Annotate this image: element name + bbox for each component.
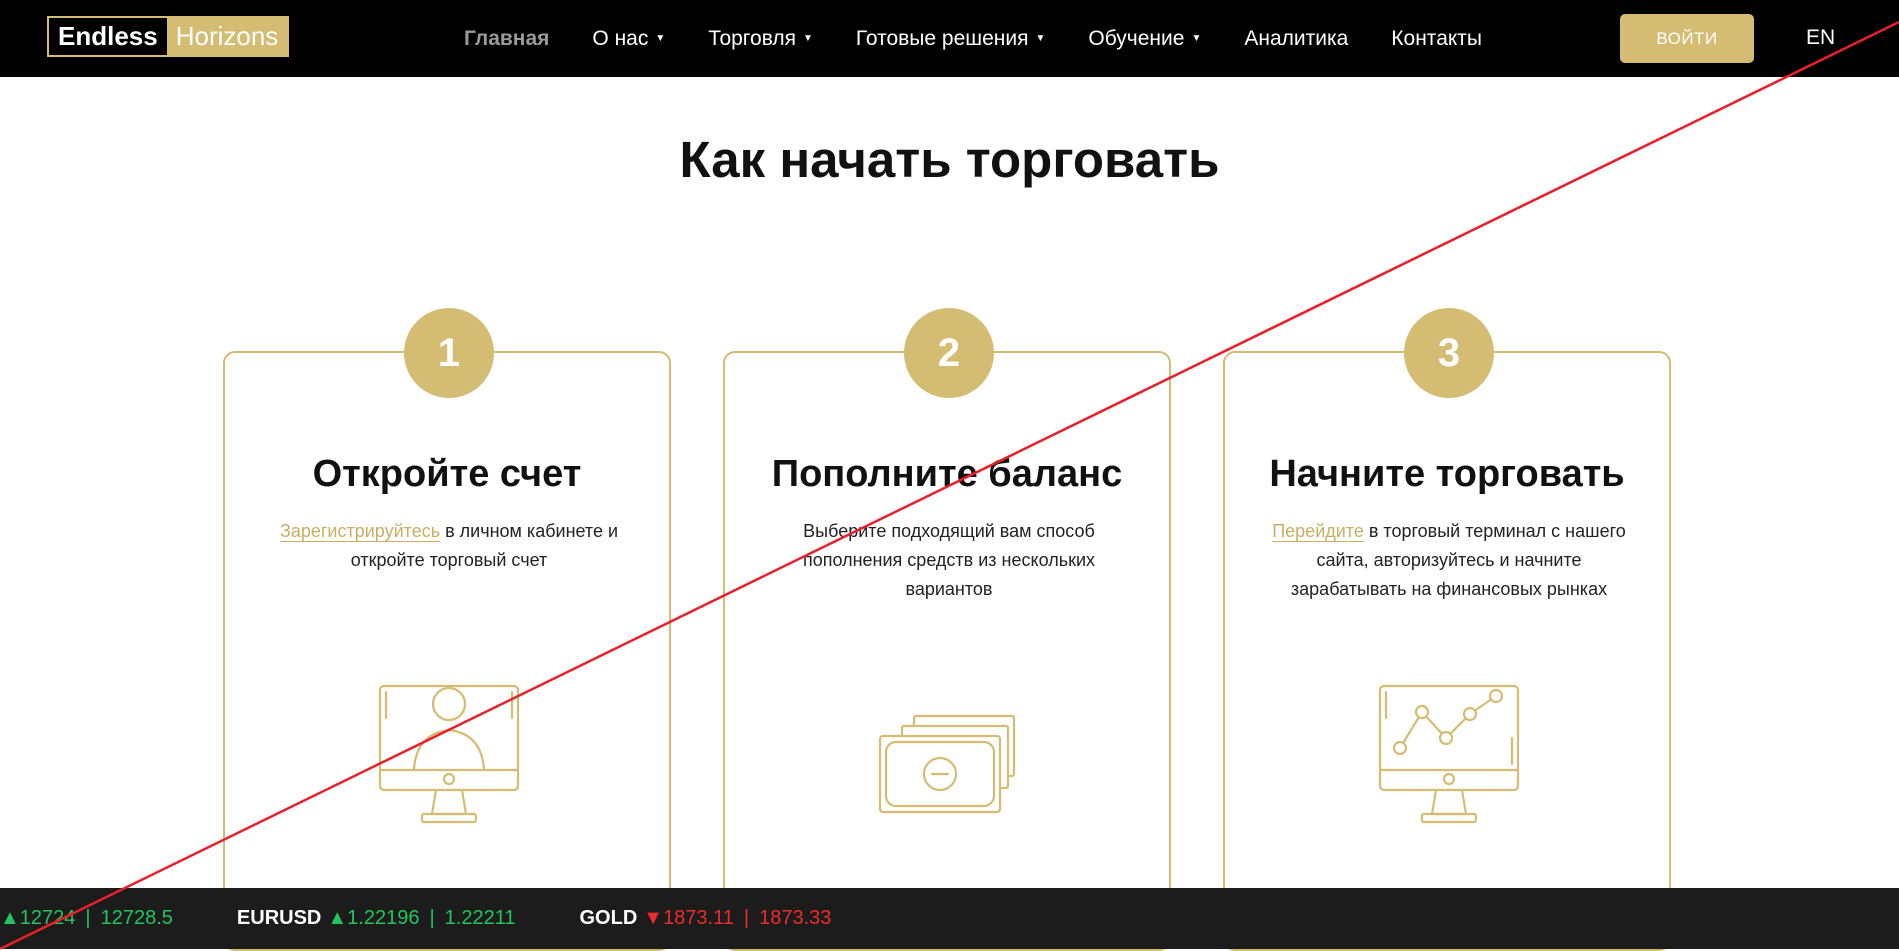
ticker-item: ▲ 12724 | 12728.5: [0, 907, 173, 930]
nav-item-trading[interactable]: Торговля ▼: [708, 27, 813, 51]
nav-item-label: Обучение: [1088, 26, 1185, 50]
ticker-bid: 1.22196: [347, 907, 420, 929]
price-ticker: ▲ 12724 | 12728.5 EURUSD ▲ 1.22196 | 1.2…: [0, 888, 1899, 949]
logo[interactable]: Endless Horizons: [47, 16, 290, 57]
ticker-ask: 12728.5: [100, 907, 173, 929]
caret-down-icon: ▼: [655, 33, 666, 44]
step-description: Выберите подходящий вам способ пополнени…: [802, 521, 1096, 599]
nav-item-label: Торговля: [708, 26, 796, 50]
caret-down-icon: ▼: [1035, 33, 1046, 44]
ticker-ask: 1.22211: [444, 907, 516, 929]
register-link[interactable]: Зарегистрируйтесь: [279, 521, 441, 542]
logo-text-left: Endless: [49, 18, 167, 55]
ticker-item: GOLD ▼ 1873.11 | 1873.33: [579, 907, 831, 930]
monitor-chart-icon: [1378, 684, 1520, 824]
ticker-separator: |: [85, 907, 91, 929]
ticker-ask: 1873.33: [759, 907, 832, 929]
nav-item-contacts[interactable]: Контакты: [1391, 27, 1482, 51]
nav-item-analytics[interactable]: Аналитика: [1244, 27, 1348, 51]
step-card-3: 3 Начните торговать Перейдите в торговый…: [1223, 308, 1671, 951]
step-title: Начните торговать: [1269, 453, 1625, 495]
triangle-up-icon: ▲: [0, 907, 20, 929]
step-title: Откройте счет: [312, 453, 582, 495]
nav-item-label: Главная: [464, 26, 550, 50]
logo-text-right: Horizons: [166, 18, 288, 55]
nav-item-label: Готовые решения: [855, 26, 1029, 50]
site-header: Endless Horizons Главная О нас ▼ Торговл…: [0, 0, 1899, 77]
ticker-symbol: GOLD: [579, 907, 638, 929]
ticker-separator: |: [743, 907, 750, 929]
step-card-1: 1 Откройте счет Зарегистрируйтесь в личн…: [223, 308, 671, 951]
nav-item-education[interactable]: Обучение ▼: [1088, 27, 1201, 51]
terminal-link[interactable]: Перейдите: [1272, 521, 1364, 542]
caret-down-icon: ▼: [803, 33, 813, 44]
nav-item-label: О нас: [592, 26, 649, 50]
ticker-separator: |: [429, 907, 435, 929]
triangle-up-icon: ▲: [327, 907, 348, 929]
step-number-badge: 3: [1404, 308, 1494, 398]
step-title: Пополните баланс: [771, 453, 1123, 495]
banknotes-icon: [878, 714, 1016, 814]
nav-item-label: Контакты: [1391, 26, 1483, 50]
page-title: Как начать торговать: [679, 131, 1220, 188]
caret-down-icon: ▼: [1191, 33, 1202, 44]
step-description: Зарегистрируйтесь в личном кабинете и от…: [265, 517, 633, 575]
ticker-item: EURUSD ▲ 1.22196 | 1.22211: [237, 907, 516, 930]
nav-item-home[interactable]: Главная: [464, 27, 549, 51]
nav-item-about[interactable]: О нас ▼: [592, 27, 665, 51]
step-card-2: 2 Пополните баланс Выберите подходящий в…: [723, 308, 1171, 951]
monitor-user-icon: [378, 684, 520, 824]
login-button[interactable]: ВОЙТИ: [1620, 14, 1754, 63]
ticker-bid: 1873.11: [663, 907, 734, 929]
triangle-down-icon: ▼: [643, 907, 664, 929]
language-switch[interactable]: EN: [1806, 26, 1835, 50]
step-number-badge: 2: [904, 308, 994, 398]
nav-item-label: Аналитика: [1244, 26, 1349, 50]
step-number-badge: 1: [404, 308, 494, 398]
ticker-bid: 12724: [19, 907, 76, 929]
ticker-symbol: EURUSD: [236, 907, 322, 929]
main-nav: Главная О нас ▼ Торговля ▼ Готовые решен…: [464, 0, 1525, 77]
step-description: Перейдите в торговый терминал с нашего с…: [1265, 517, 1633, 604]
nav-item-solutions[interactable]: Готовые решения ▼: [856, 27, 1046, 51]
